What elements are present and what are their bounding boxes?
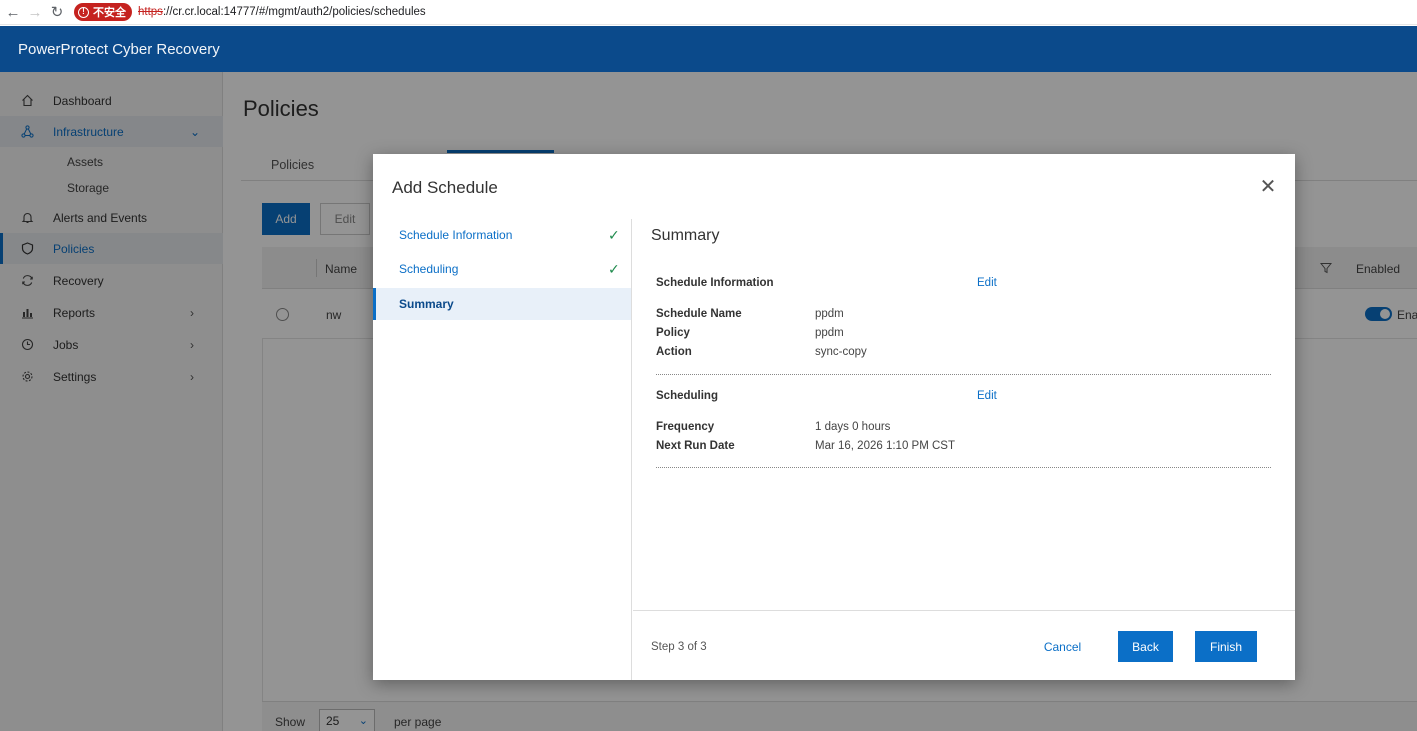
close-icon[interactable]: ✕ xyxy=(1259,177,1277,197)
field-key: Frequency xyxy=(656,421,715,433)
field-key: Action xyxy=(656,346,692,358)
url-rest: ://cr.cr.local:14777/#/mgmt/auth2/polici… xyxy=(162,6,426,18)
step-scheduling[interactable]: Scheduling ✓ xyxy=(373,253,631,285)
reload-icon[interactable]: ↻ xyxy=(46,1,68,23)
dialog-footer: Step 3 of 3 Cancel Back Finish xyxy=(633,610,1295,680)
section-title-schedule-information: Schedule Information xyxy=(656,277,774,289)
field-key: Schedule Name xyxy=(656,308,742,320)
step-schedule-information[interactable]: Schedule Information ✓ xyxy=(373,219,631,251)
step-label: Summary xyxy=(399,297,454,311)
wizard-steps: Schedule Information ✓ Scheduling ✓ Summ… xyxy=(373,219,632,680)
url-field[interactable]: https://cr.cr.local:14777/#/mgmt/auth2/p… xyxy=(138,6,426,18)
security-warning-chip[interactable]: ! 不安全 xyxy=(74,3,132,21)
field-key: Policy xyxy=(656,327,690,339)
field-value: ppdm xyxy=(815,308,844,320)
app-title: PowerProtect Cyber Recovery xyxy=(18,40,220,58)
security-label: 不安全 xyxy=(93,7,126,19)
browser-address-bar: ← → ↻ ! 不安全 https://cr.cr.local:14777/#/… xyxy=(0,0,1417,25)
warning-icon: ! xyxy=(78,6,89,18)
finish-button[interactable]: Finish xyxy=(1195,631,1257,662)
field-value: ppdm xyxy=(815,327,844,339)
section-divider xyxy=(656,467,1271,468)
cancel-button[interactable]: Cancel xyxy=(1035,631,1090,662)
summary-title: Summary xyxy=(651,227,720,244)
check-icon: ✓ xyxy=(608,226,620,243)
field-value: Mar 16, 2026 1:10 PM CST xyxy=(815,440,955,452)
field-value: sync-copy xyxy=(815,346,867,358)
field-value: 1 days 0 hours xyxy=(815,421,891,433)
app-header: PowerProtect Cyber Recovery xyxy=(0,26,1417,72)
edit-scheduling-link[interactable]: Edit xyxy=(977,390,997,402)
add-schedule-dialog: Add Schedule ✕ Schedule Information ✓ Sc… xyxy=(373,154,1295,680)
field-key: Next Run Date xyxy=(656,440,735,452)
step-label: Scheduling xyxy=(399,262,459,276)
step-summary[interactable]: Summary xyxy=(373,288,631,320)
back-button[interactable]: Back xyxy=(1118,631,1173,662)
forward-arrow-icon[interactable]: → xyxy=(24,1,46,23)
step-label: Schedule Information xyxy=(399,228,513,242)
section-divider xyxy=(656,374,1271,375)
edit-schedule-information-link[interactable]: Edit xyxy=(977,277,997,289)
dialog-title: Add Schedule xyxy=(392,178,498,197)
check-icon: ✓ xyxy=(608,260,620,277)
back-arrow-icon[interactable]: ← xyxy=(2,1,24,23)
step-count: Step 3 of 3 xyxy=(651,641,707,653)
url-scheme: https xyxy=(138,6,163,18)
section-title-scheduling: Scheduling xyxy=(656,390,718,402)
summary-panel: Summary Schedule Information Edit Schedu… xyxy=(633,219,1295,610)
